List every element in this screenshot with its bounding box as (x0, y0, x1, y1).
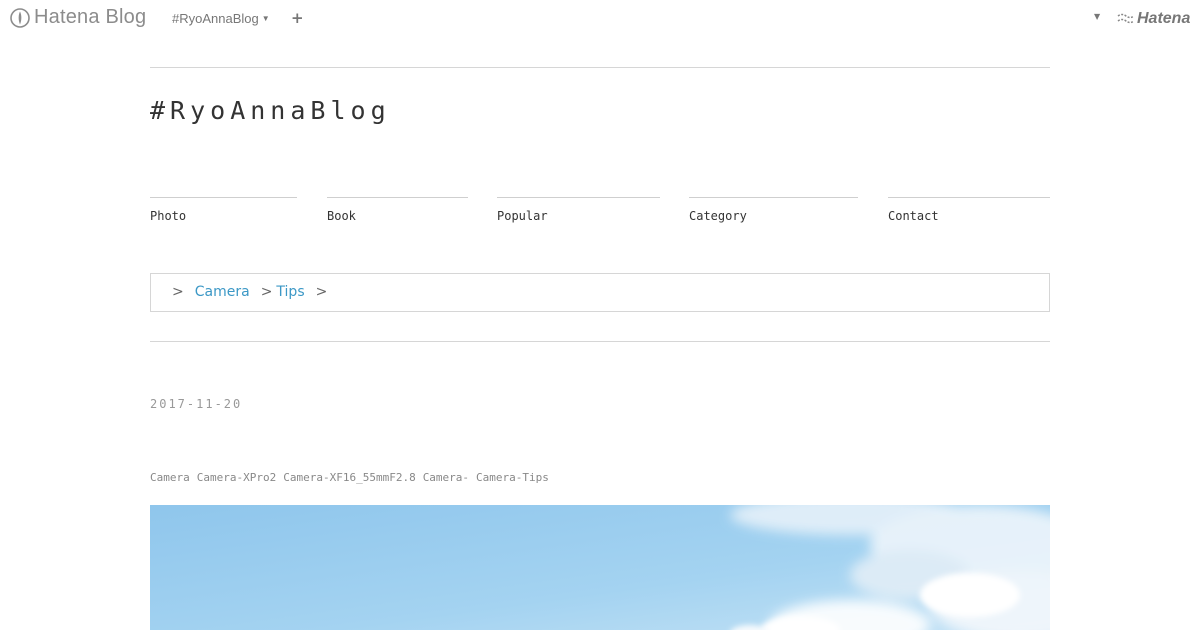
breadcrumb-link-camera[interactable]: Camera (195, 284, 250, 300)
hatena-blog-logo[interactable]: Hatena Blog (10, 6, 146, 29)
hatena-blog-logo-icon (10, 7, 30, 28)
nav-item-label: Contact (888, 209, 939, 223)
sky-photo-image (150, 505, 1050, 630)
nav-item-popular[interactable]: Popular (497, 197, 660, 228)
entry-date[interactable]: 2017-11-20 (150, 397, 242, 411)
category-link[interactable]: Camera- (423, 471, 469, 484)
category-link[interactable]: Camera-XF16_55mmF2.8 (283, 471, 415, 484)
nav-item-label: Category (689, 209, 747, 223)
blog-switcher-dropdown[interactable]: #RyoAnnaBlog ▼ (172, 11, 270, 26)
category-link[interactable]: Camera-Tips (476, 471, 549, 484)
global-header: Hatena Blog #RyoAnnaBlog ▼ + ▼ Hatena (0, 0, 1200, 38)
content-divider (150, 341, 1050, 342)
nav-item-book[interactable]: Book (327, 197, 468, 228)
breadcrumb-trail: > Camera > Tips > (172, 284, 338, 300)
nav-item-label: Book (327, 209, 356, 223)
nav-item-label: Popular (497, 209, 548, 223)
nav-item-category[interactable]: Category (689, 197, 858, 228)
new-entry-plus-button[interactable]: + (291, 9, 304, 27)
entry-hero-photo (150, 505, 1050, 630)
category-link[interactable]: Camera-XPro2 (197, 471, 276, 484)
breadcrumb-link-tips[interactable]: Tips (276, 284, 304, 300)
header-divider (150, 67, 1050, 68)
nav-item-photo[interactable]: Photo (150, 197, 297, 228)
site-title[interactable]: #RyoAnnaBlog (150, 96, 391, 125)
brand-text: Hatena Blog (34, 6, 147, 28)
hatena-logo[interactable]: Hatena (1117, 10, 1190, 28)
hatena-wave-icon (1117, 13, 1135, 24)
breadcrumb-separator: > (172, 284, 184, 300)
breadcrumb: > Camera > Tips > (150, 273, 1050, 312)
global-nav: Photo Book Popular Category Contact (150, 197, 1050, 227)
entry-categories: Camera Camera-XPro2 Camera-XF16_55mmF2.8… (150, 471, 556, 484)
blog-switcher-label: #RyoAnnaBlog (172, 11, 259, 26)
breadcrumb-separator: > (315, 284, 328, 300)
nav-item-label: Photo (150, 209, 187, 223)
caret-down-icon: ▼ (261, 14, 270, 23)
user-menu-caret-icon[interactable]: ▼ (1094, 12, 1100, 21)
category-link[interactable]: Camera (150, 471, 190, 484)
hatena-logo-text: Hatena (1137, 10, 1191, 27)
breadcrumb-separator: > (260, 284, 273, 300)
nav-item-contact[interactable]: Contact (888, 197, 1050, 228)
